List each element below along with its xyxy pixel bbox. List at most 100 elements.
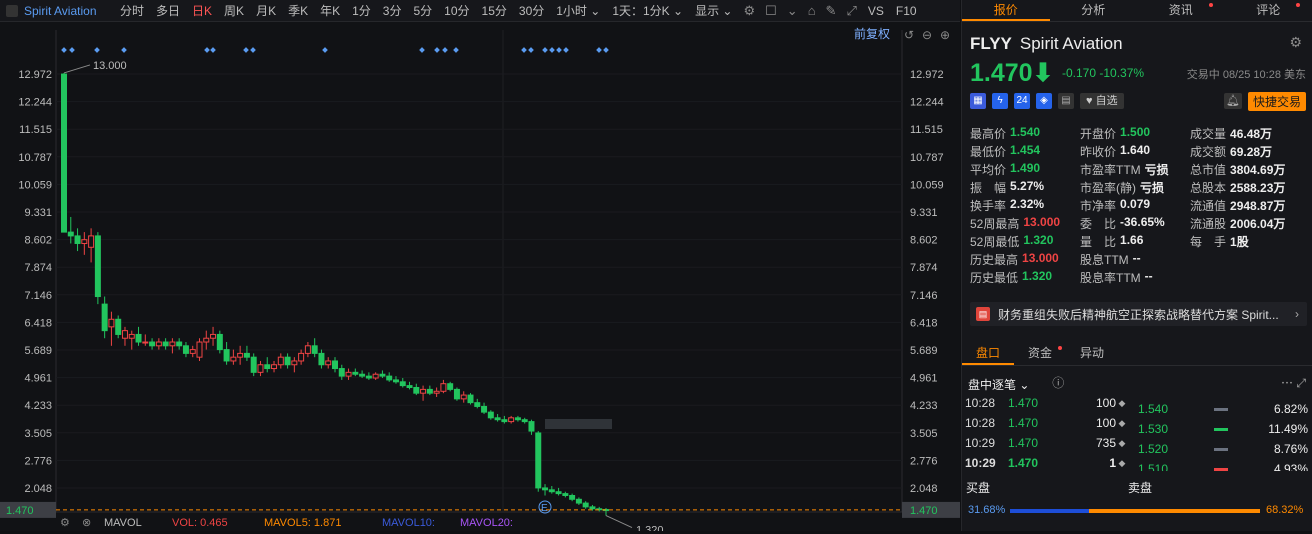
period-tab[interactable]: 日K [186,2,218,19]
period-tab[interactable]: 5分 [407,2,438,19]
quick-trade-button[interactable]: 快捷交易 [1248,92,1306,111]
stat-label: 最低价 [970,143,1006,160]
quote-tab[interactable]: 报价 [962,0,1050,21]
stat-label: 流通值 [1190,197,1226,214]
period-tab[interactable]: 季K [282,2,314,19]
stat-label: 市净率 [1080,197,1116,214]
stat-label: 市盈率TTM [1080,161,1141,178]
stat-value: 46.48万 [1230,125,1272,142]
stats-row: 历史最高13.000股息TTM-- [970,250,1310,268]
camera-icon[interactable]: ⌂ [803,3,821,18]
expand-icon[interactable]: ⤢ [841,3,861,19]
lightning-icon[interactable]: ϟ [992,93,1008,109]
candle-body [102,304,107,331]
period-tab[interactable]: 15分 [476,2,513,19]
gear-icon[interactable]: ⚙ [1289,34,1302,51]
stats-row: 最高价1.540开盘价1.500成交量46.48万 [970,124,1310,142]
stat-label: 历史最高 [970,251,1018,268]
y-tick-left: 12.244 [18,97,52,109]
candle-body [393,380,398,382]
stat-value: 1.66 [1120,233,1143,250]
y-tick-left: 6.418 [24,317,52,329]
square-icon[interactable]: ☐ [760,3,782,19]
y-tick-left: 12.972 [18,69,52,81]
candle-body [238,353,243,357]
period-tab[interactable]: 多日 [150,2,186,19]
tick-price: 1.470 [1008,456,1068,470]
candle-body [170,342,175,346]
period-tab[interactable]: 30分 [513,2,550,19]
candle-body [570,496,575,500]
y-tick-right: 7.874 [910,262,938,274]
f10-button[interactable]: F10 [890,4,923,18]
info-icon[interactable]: ⓘ [1052,376,1064,390]
symbol-selector[interactable]: Spirit Aviation [0,4,114,18]
stat-value: 1.454 [1010,143,1040,160]
period-tab[interactable]: 分时 [114,2,150,19]
news-banner[interactable]: ▤ 财务重组失败后精神航空正探索战略替代方案 Spirit... › [970,302,1307,326]
news-icon: ▤ [976,307,990,321]
tick-price: 1.470 [1008,416,1068,430]
candle-body [211,334,216,338]
level-percent: 4.93% [1268,462,1308,471]
zoom-in-icon: ⊕ [940,28,950,42]
tick-time: 10:29 [962,456,1008,470]
vs-button[interactable]: VS [862,4,890,18]
stat-label: 市盈率(静) [1080,179,1136,196]
level-row: 1.5104.93% [1134,459,1312,471]
period-tab[interactable]: 3分 [377,2,408,19]
expand-icon[interactable]: ⤢ [1296,376,1306,390]
tick-row: 10:291.4701◆ [962,453,1132,471]
event-marker [556,47,562,53]
candle-body [556,492,561,494]
stat-label: 平均价 [970,161,1006,178]
tag-icon[interactable]: ◈ [1036,93,1052,109]
period-tab[interactable]: 年K [314,2,346,19]
candle-body [434,391,439,393]
period-tab[interactable]: 10分 [438,2,475,19]
period-tab[interactable]: 1天：1分K ⌄ [606,2,689,19]
period-tab[interactable]: 1小时 ⌄ [550,2,606,19]
y-tick-left: 8.602 [24,235,52,247]
24h-icon[interactable]: 24 [1014,93,1030,109]
more-icon[interactable]: ⋯ [1281,376,1293,390]
stat-label: 最高价 [970,125,1006,142]
pencil-icon[interactable]: ✎ [821,3,842,19]
indicator-mavol5: MAVOL5: 1.871 [264,517,341,529]
depth-tab[interactable]: 盘口 [962,342,1014,365]
stat-cell: 市盈率TTM亏损 [1080,161,1190,178]
period-tab[interactable]: 周K [218,2,250,19]
candle-body [265,365,270,369]
event-marker [121,47,127,53]
stat-cell: 最低价1.454 [970,143,1080,160]
period-tab[interactable]: 1分 [346,2,377,19]
display-menu[interactable]: 显示 ⌄ [689,2,738,19]
depth-tab[interactable]: 异动 [1066,342,1118,365]
add-watchlist-button[interactable]: ♥ 自选 [1080,93,1124,109]
stat-cell: 成交额69.28万 [1190,143,1310,160]
stat-value: 3804.69万 [1230,161,1285,178]
candle-body [82,240,87,244]
bell-icon[interactable]: 🔔︎ [1224,93,1242,109]
stats-row: 平均价1.490市盈率TTM亏损总市值3804.69万 [970,160,1310,178]
quote-tab[interactable]: 资讯 [1137,0,1225,21]
candle-body [143,342,148,343]
quote-tab[interactable]: 分析 [1050,0,1138,21]
candle-body [360,374,365,376]
candlestick-chart[interactable]: 12.97212.97212.24412.24411.51511.51510.7… [0,22,960,531]
quote-tab[interactable]: 评论 [1225,0,1312,21]
settings-icon[interactable]: ⚙ [738,3,760,19]
tick-title[interactable]: 盘中逐笔 ⌄ [968,376,1029,393]
period-tab[interactable]: 月K [250,2,282,19]
stat-cell: 每 手1股 [1190,233,1310,250]
chevron-down-icon[interactable]: ⌄ [782,3,803,19]
document-icon[interactable]: ▤ [1058,93,1074,109]
stat-value: 亏损 [1145,161,1169,178]
tick-list[interactable]: 10:281.470100◆10:281.470100◆10:291.47073… [962,393,1132,471]
candle-body [468,395,473,403]
candle-body [68,232,73,236]
event-marker [243,47,249,53]
price-levels[interactable]: 1.5406.82%1.53011.49%1.5208.76%1.5104.93… [1134,399,1312,471]
depth-tab[interactable]: 资金 [1014,342,1066,365]
y-tick-left: 10.059 [18,179,52,191]
